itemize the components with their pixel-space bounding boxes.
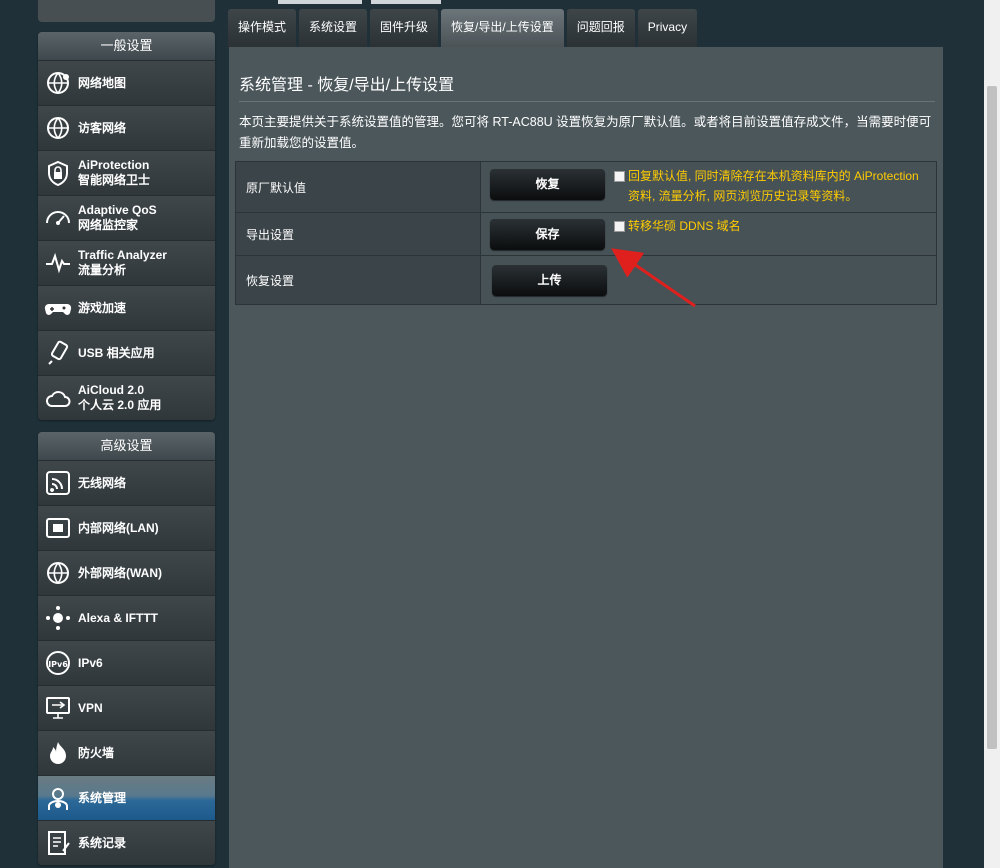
sidebar-item-label: IPv6 [78,656,103,671]
wan-globe-icon [38,551,78,596]
speedometer-icon [38,196,78,241]
sidebar-item-label: 外部网络(WAN) [78,566,162,581]
sidebar-item-gamepad[interactable]: 游戏加速 [38,285,215,330]
sidebar-item-wifi[interactable]: 无线网络 [38,460,215,505]
sidebar-general-header: 一般设置 [38,32,215,60]
sidebar-item-label: 系统记录 [78,836,126,851]
sidebar-item-subtitle: 个人云 2.0 应用 [78,398,162,412]
sidebar-item-label: 游戏加速 [78,301,126,316]
sidebar-item-vpn-monitor[interactable]: VPN [38,685,215,730]
ipv6-icon: IPv6 [38,641,78,686]
sidebar-item-title: 外部网络(WAN) [78,565,162,580]
sidebar-item-lan[interactable]: 内部网络(LAN) [38,505,215,550]
tab-0[interactable]: 操作模式 [228,9,297,47]
sidebar-item-label: AiProtection 智能网络卫士 [78,158,150,188]
sidebar-item-label: AiCloud 2.0 个人云 2.0 应用 [78,383,161,413]
sidebar-item-admin-gear[interactable]: 系统管理 [38,775,215,820]
sidebar-advanced-header: 高级设置 [38,432,215,460]
guest-globe-icon [38,106,78,151]
sidebar-item-title: 无线网络 [78,475,127,490]
sidebar-item-title: 游戏加速 [78,300,127,315]
gamepad-icon [38,286,78,331]
sidebar-item-title: USB 相关应用 [78,345,155,360]
sidebar-item-label: 网络地图 [78,76,126,91]
sidebar-item-title: 防火墙 [78,745,115,760]
sidebar-item-speedometer[interactable]: Adaptive QoS 网络监控家 [38,195,215,240]
sidebar-item-title: 系统记录 [78,835,127,850]
sidebar-item-title: AiCloud 2.0 [78,383,145,397]
log-notepad-icon [38,821,78,866]
settings-panel: 系统管理 - 恢复/导出/上传设置 本页主要提供关于系统设置值的管理。您可将 R… [229,47,943,868]
sidebar-item-label: 访客网络 [78,121,126,136]
sidebar-item-label: 无线网络 [78,476,126,491]
svg-text:IPv6: IPv6 [48,660,68,669]
shield-lock-icon [38,151,78,196]
tab-2[interactable]: 固件升级 [370,9,439,47]
page-scrollbar[interactable] [984,0,1000,868]
sidebar-item-alexa[interactable]: Alexa & IFTTT [38,595,215,640]
sidebar-item-title: Traffic Analyzer [78,248,167,262]
sidebar-top-item[interactable] [38,0,215,22]
sidebar-item-title: 内部网络(LAN) [78,520,159,535]
router-admin-page: 一般设置 网络地图访客网络 AiProtection 智能网络卫士 Adaptive … [0,0,1000,868]
sidebar-item-label: Traffic Analyzer 流量分析 [78,248,167,278]
sidebar-item-label: 防火墙 [78,746,114,761]
sidebar-item-label: VPN [78,701,103,716]
admin-gear-icon [38,776,78,821]
sidebar-item-wan-globe[interactable]: 外部网络(WAN) [38,550,215,595]
top-banner-stub [371,0,441,4]
sidebar-item-title: IPv6 [78,655,103,670]
sidebar-item-label: Alexa & IFTTT [78,611,158,626]
sidebar-general-group: 一般设置 网络地图访客网络 AiProtection 智能网络卫士 Adaptive … [38,32,215,420]
sidebar-item-log-notepad[interactable]: 系统记录 [38,820,215,865]
tab-bar: 操作模式 系统设置 固件升级 恢复/导出/上传设置 问题回报 Privacy [228,9,698,47]
sidebar-advanced-group: 高级设置 无线网络内部网络(LAN) 外部网络(WAN) Alexa & IFTTT… [38,432,215,865]
firewall-flame-icon [38,731,78,776]
tab-1[interactable]: 系统设置 [299,9,368,47]
cloud-icon [38,376,78,421]
tab-5[interactable]: Privacy [637,9,698,47]
pulse-icon [38,241,78,286]
sidebar-item-globe-network[interactable]: 网络地图 [38,60,215,105]
sidebar-item-title: VPN [78,700,103,715]
sidebar-item-subtitle: 流量分析 [78,263,127,277]
sidebar-item-title: Alexa & IFTTT [78,610,159,625]
sidebar-item-subtitle: 智能网络卫士 [78,173,151,187]
sidebar-item-subtitle: 网络监控家 [78,218,139,232]
wifi-icon [38,461,78,506]
alexa-icon [38,596,78,641]
sidebar-item-ipv6[interactable]: IPv6 IPv6 [38,640,215,685]
annotation-arrow [611,248,696,308]
globe-network-icon [38,61,78,106]
sidebar-item-title: 访客网络 [78,120,127,135]
sidebar-item-cloud[interactable]: AiCloud 2.0 个人云 2.0 应用 [38,375,215,420]
sidebar-item-usb[interactable]: USB 相关应用 [38,330,215,375]
sidebar-item-label: Adaptive QoS 网络监控家 [78,203,157,233]
sidebar-item-label: 内部网络(LAN) [78,521,159,536]
sidebar-item-shield-lock[interactable]: AiProtection 智能网络卫士 [38,150,215,195]
tab-4[interactable]: 问题回报 [566,9,635,47]
scrollbar-thumb[interactable] [987,86,997,749]
top-banner-stub [278,0,362,4]
sidebar-item-label: 系统管理 [78,791,126,806]
sidebar-item-title: AiProtection [78,158,150,172]
usb-icon [38,331,78,376]
sidebar-item-pulse[interactable]: Traffic Analyzer 流量分析 [38,240,215,285]
vpn-monitor-icon [38,686,78,731]
sidebar-item-guest-globe[interactable]: 访客网络 [38,105,215,150]
tab-3[interactable]: 恢复/导出/上传设置 [441,9,564,47]
sidebar-item-title: 系统管理 [78,790,127,805]
sidebar-item-label: USB 相关应用 [78,346,155,361]
sidebar-item-title: 网络地图 [78,75,127,90]
sidebar-item-title: Adaptive QoS [78,203,157,217]
lan-icon [38,506,78,551]
sidebar-item-firewall-flame[interactable]: 防火墙 [38,730,215,775]
